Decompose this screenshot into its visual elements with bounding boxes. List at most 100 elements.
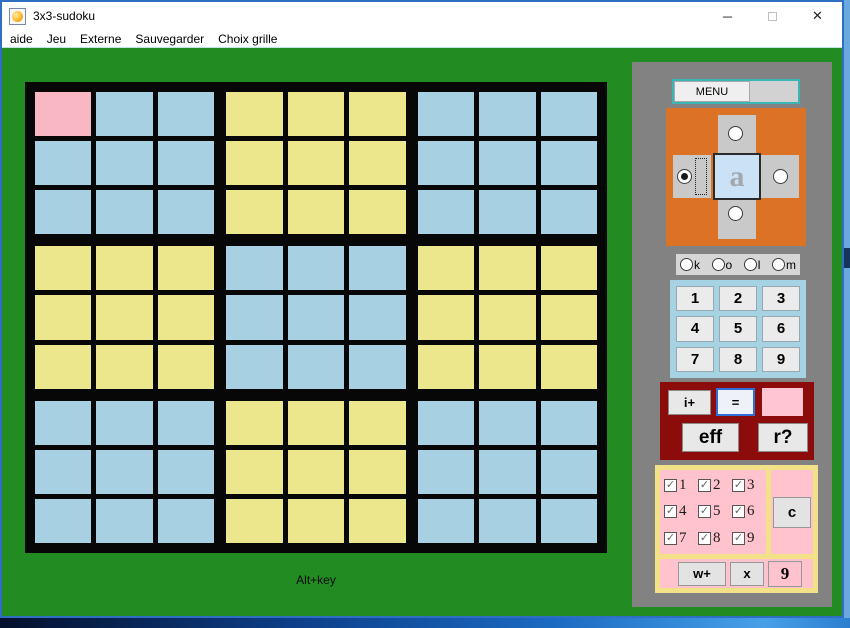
close-button[interactable]: ✕ <box>795 2 840 30</box>
board-cell[interactable] <box>226 499 282 543</box>
candidate-checkbox-5[interactable]: 5 <box>698 503 732 520</box>
candidate-checkbox-7[interactable]: 7 <box>664 530 698 547</box>
menu-item-aide[interactable]: aide <box>2 32 40 46</box>
board-cell[interactable] <box>288 295 344 339</box>
board-cell[interactable] <box>35 295 91 339</box>
checkbox-icon[interactable] <box>664 505 677 518</box>
r-question-button[interactable]: r? <box>758 423 808 452</box>
checkbox-icon[interactable] <box>698 505 711 518</box>
candidate-checkbox-9[interactable]: 9 <box>732 530 766 547</box>
minimize-button[interactable]: ─ <box>705 2 750 30</box>
board-cell[interactable] <box>96 246 152 290</box>
board-cell[interactable] <box>349 92 405 136</box>
board-cell[interactable] <box>479 450 535 494</box>
numpad-button-4[interactable]: 4 <box>676 316 714 341</box>
board-cell[interactable] <box>288 190 344 234</box>
board-cell[interactable] <box>96 499 152 543</box>
maximize-button[interactable] <box>750 2 795 30</box>
numpad-button-8[interactable]: 8 <box>719 347 757 372</box>
mode-m-radio[interactable] <box>772 258 785 271</box>
checkbox-icon[interactable] <box>698 532 711 545</box>
numpad-button-1[interactable]: 1 <box>676 286 714 311</box>
c-button[interactable]: c <box>773 497 811 528</box>
direction-left-radio[interactable] <box>677 169 692 184</box>
board-cell[interactable] <box>158 295 214 339</box>
board-cell[interactable] <box>96 141 152 185</box>
direction-up-radio[interactable] <box>728 126 743 141</box>
board-cell[interactable] <box>479 92 535 136</box>
menu-item-choix-grille[interactable]: Choix grille <box>211 32 284 46</box>
direction-right-radio[interactable] <box>773 169 788 184</box>
w-plus-button[interactable]: w+ <box>678 562 726 586</box>
board-cell[interactable] <box>418 345 474 389</box>
board-cell[interactable] <box>288 450 344 494</box>
eff-button[interactable]: eff <box>682 423 739 452</box>
board-cell[interactable] <box>226 450 282 494</box>
board-cell[interactable] <box>158 141 214 185</box>
board-cell[interactable] <box>96 345 152 389</box>
checkbox-icon[interactable] <box>664 532 677 545</box>
board-cell[interactable] <box>479 246 535 290</box>
board-cell[interactable] <box>541 92 597 136</box>
mode-l-radio[interactable] <box>744 258 757 271</box>
board-cell[interactable] <box>35 246 91 290</box>
board-cell[interactable] <box>96 92 152 136</box>
numpad-button-6[interactable]: 6 <box>762 316 800 341</box>
board-cell[interactable] <box>288 499 344 543</box>
menu-button[interactable]: MENU <box>674 81 750 102</box>
x-button[interactable]: x <box>730 562 764 586</box>
board-cell[interactable] <box>479 190 535 234</box>
numpad-button-5[interactable]: 5 <box>719 316 757 341</box>
board-cell[interactable] <box>158 499 214 543</box>
board-cell[interactable] <box>418 450 474 494</box>
checkbox-icon[interactable] <box>664 479 677 492</box>
board-cell[interactable] <box>541 499 597 543</box>
board-cell[interactable] <box>226 246 282 290</box>
board-cell[interactable] <box>479 345 535 389</box>
candidate-checkbox-8[interactable]: 8 <box>698 530 732 547</box>
board-cell[interactable] <box>349 450 405 494</box>
checkbox-icon[interactable] <box>732 479 745 492</box>
board-cell[interactable] <box>35 92 91 136</box>
board-cell[interactable] <box>349 345 405 389</box>
board-cell[interactable] <box>479 401 535 445</box>
board-cell[interactable] <box>479 499 535 543</box>
board-cell[interactable] <box>541 345 597 389</box>
board-cell[interactable] <box>418 246 474 290</box>
board-cell[interactable] <box>288 141 344 185</box>
board-cell[interactable] <box>96 450 152 494</box>
board-cell[interactable] <box>349 295 405 339</box>
board-cell[interactable] <box>418 499 474 543</box>
mode-o-radio[interactable] <box>712 258 725 271</box>
board-cell[interactable] <box>541 450 597 494</box>
menu-item-externe[interactable]: Externe <box>73 32 128 46</box>
candidate-checkbox-3[interactable]: 3 <box>732 477 766 494</box>
mode-option-k[interactable]: k <box>680 258 700 272</box>
checkbox-icon[interactable] <box>732 505 745 518</box>
candidate-checkbox-1[interactable]: 1 <box>664 477 698 494</box>
numpad-button-7[interactable]: 7 <box>676 347 714 372</box>
menu-item-sauvegarder[interactable]: Sauvegarder <box>128 32 211 46</box>
menu-item-jeu[interactable]: Jeu <box>40 32 73 46</box>
numpad-button-9[interactable]: 9 <box>762 347 800 372</box>
board-cell[interactable] <box>96 295 152 339</box>
candidate-checkbox-2[interactable]: 2 <box>698 477 732 494</box>
board-cell[interactable] <box>349 190 405 234</box>
board-cell[interactable] <box>288 345 344 389</box>
board-cell[interactable] <box>226 190 282 234</box>
board-cell[interactable] <box>288 92 344 136</box>
board-cell[interactable] <box>541 141 597 185</box>
mode-option-m[interactable]: m <box>772 258 796 272</box>
board-cell[interactable] <box>35 450 91 494</box>
candidate-checkbox-6[interactable]: 6 <box>732 503 766 520</box>
board-cell[interactable] <box>349 141 405 185</box>
board-cell[interactable] <box>541 401 597 445</box>
board-cell[interactable] <box>158 345 214 389</box>
board-cell[interactable] <box>35 401 91 445</box>
candidate-checkbox-4[interactable]: 4 <box>664 503 698 520</box>
checkbox-icon[interactable] <box>698 479 711 492</box>
board-cell[interactable] <box>35 141 91 185</box>
board-cell[interactable] <box>226 401 282 445</box>
board-cell[interactable] <box>418 401 474 445</box>
direction-down-radio[interactable] <box>728 206 743 221</box>
